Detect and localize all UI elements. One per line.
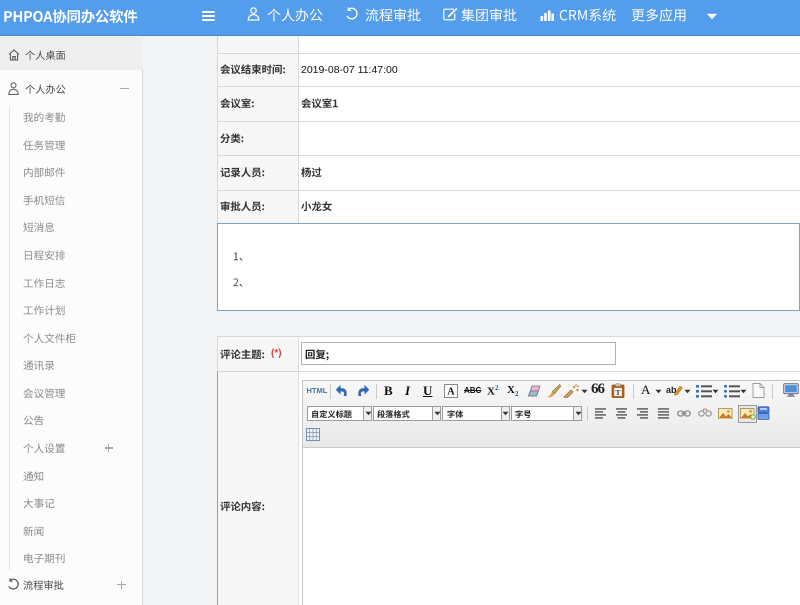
svg-text:A: A xyxy=(447,387,455,398)
svg-text:T: T xyxy=(615,388,620,397)
